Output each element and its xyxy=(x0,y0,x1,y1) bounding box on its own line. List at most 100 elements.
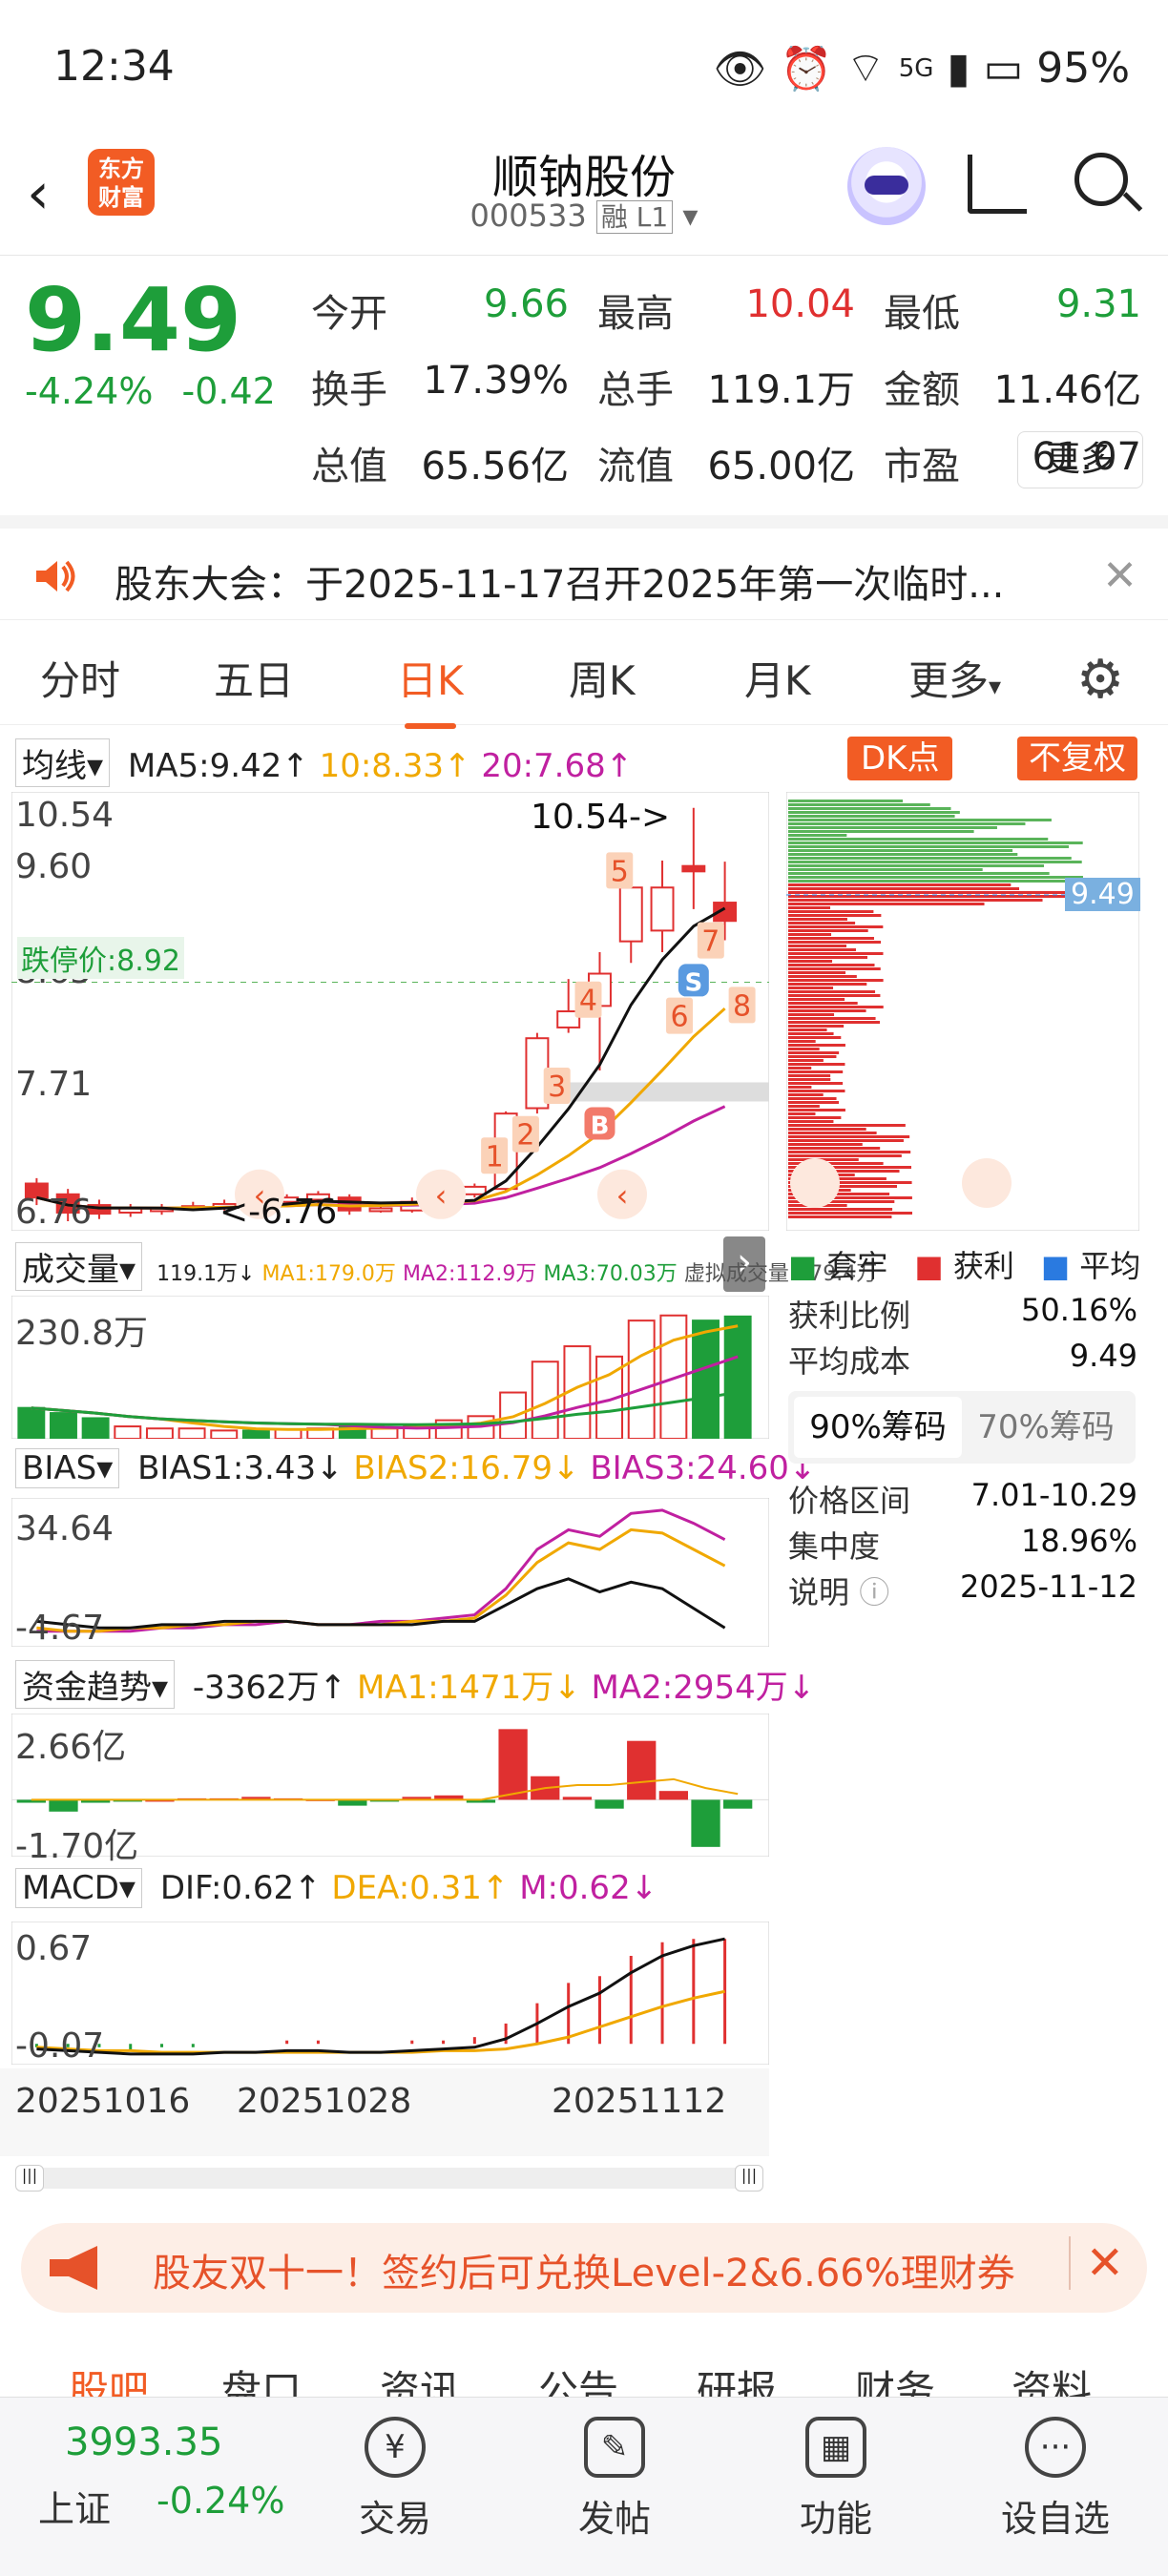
quote-label-7: 流值 xyxy=(597,445,674,488)
grid-icon: ▦ xyxy=(805,2417,866,2478)
gear-icon[interactable]: ⚙ xyxy=(1076,649,1124,711)
macd-frame xyxy=(11,1922,769,2065)
chip-bar xyxy=(788,1154,902,1157)
more-quote-button[interactable]: 更多 xyxy=(1017,431,1143,488)
chip-price-range-label: 价格区间 xyxy=(788,1483,911,1519)
volume-select[interactable]: 成交量▾ xyxy=(15,1242,143,1291)
subtab-pankou[interactable]: 盘口 xyxy=(221,2358,302,2397)
price-axis-low: 6.76 xyxy=(15,1193,93,1232)
tab-fenshi[interactable]: 分时 xyxy=(40,649,120,707)
subtab-guba[interactable]: 股吧 xyxy=(69,2358,149,2397)
chip-bar xyxy=(788,815,955,818)
index-name[interactable]: 上证 xyxy=(38,2480,111,2532)
tab-wuri[interactable]: 五日 xyxy=(214,649,294,707)
subtab-zixun[interactable]: 资讯 xyxy=(380,2358,460,2397)
tab-chip-70[interactable]: 70%筹码 xyxy=(962,1397,1130,1458)
bias-select[interactable]: BIAS▾ xyxy=(15,1448,120,1488)
subtab-gonggao[interactable]: 公告 xyxy=(538,2358,618,2397)
volume-bar xyxy=(145,1427,174,1439)
chip-note-text: 说明 xyxy=(788,1574,850,1610)
nav-watchlist[interactable]: ··· 设自选 xyxy=(989,2417,1122,2542)
speaker-icon xyxy=(36,560,75,592)
search-icon[interactable] xyxy=(1074,153,1128,206)
quote-label-1: 最高 xyxy=(597,292,674,336)
bias2-value: BIAS2:16.79↓ xyxy=(353,1449,580,1487)
assistant-robot-icon[interactable] xyxy=(847,147,926,225)
price-axis-high: 10.54 xyxy=(15,796,115,835)
macd-m: M:0.62↓ xyxy=(519,1869,658,1907)
chip-bar xyxy=(788,975,857,978)
current-price: 9.49 xyxy=(25,269,241,371)
chip-bar xyxy=(788,1070,844,1073)
alarm-icon: ⏰ xyxy=(780,44,833,93)
scroll-handle-left[interactable]: ||| xyxy=(15,2165,44,2192)
nav-trade[interactable]: ¥ 交易 xyxy=(328,2417,462,2542)
nav-post[interactable]: ✎ 发帖 xyxy=(548,2417,681,2542)
tab-more[interactable]: 更多▾ xyxy=(908,649,1001,707)
scroll-handle-right[interactable]: ||| xyxy=(735,2165,763,2192)
volume-bar xyxy=(177,1427,206,1439)
limit-down-label: 跌停价:8.92 xyxy=(17,937,184,979)
volume-ma1: MA1:179.0万 xyxy=(261,1262,396,1286)
chip-bar xyxy=(788,1215,892,1218)
tab-zhouk[interactable]: 周K xyxy=(569,649,636,707)
chip-bar xyxy=(788,979,884,982)
tab-chip-90[interactable]: 90%筹码 xyxy=(794,1397,962,1458)
volume-bar xyxy=(241,1429,270,1439)
eye-icon: 👁 xyxy=(713,44,767,93)
ma-indicator-row: 均线▾ MA5:9.42↑ 10:8.33↑ 20:7.68↑ xyxy=(15,738,633,787)
chip-bar xyxy=(788,948,856,951)
chip-legend: ■ 套牢 ■ 获利 ■ 平均 xyxy=(788,1242,1140,1286)
chip-bar xyxy=(788,1036,842,1039)
fund-bar xyxy=(627,1740,657,1800)
chip-distribution-chart xyxy=(786,792,1139,1231)
chip-bar xyxy=(788,899,1043,902)
chip-bar xyxy=(788,861,1082,863)
volume-bar xyxy=(81,1417,110,1439)
nav-circle xyxy=(790,1158,840,1208)
chip-bar xyxy=(788,845,1070,848)
chip-bar xyxy=(788,987,834,989)
kline-chart[interactable]: 12345678BS‹ ‹ ‹ xyxy=(11,792,769,1231)
index-change[interactable]: -0.24% xyxy=(156,2480,284,2522)
subtab-yanbao[interactable]: 研报 xyxy=(697,2358,777,2397)
ma-select-label: 均线 xyxy=(22,747,87,785)
bias-axis-bottom: -4.67 xyxy=(15,1609,105,1648)
legend-profit-label: 获利 xyxy=(952,1248,1014,1284)
volume-bar xyxy=(210,1429,239,1439)
no-adjust-button[interactable]: 不复权 xyxy=(1017,737,1137,780)
battery-icon: ▭ xyxy=(983,44,1024,93)
bias-chart[interactable] xyxy=(11,1498,769,1647)
ma10-value: 10:8.33↑ xyxy=(319,747,471,785)
notice-bar[interactable]: 股东大会：于2025-11-17召开2025年第一次临时... ✕ xyxy=(0,515,1168,620)
chip-bar xyxy=(788,964,875,966)
close-icon[interactable]: ✕ xyxy=(1068,2236,1124,2290)
ma-select[interactable]: 均线▾ xyxy=(15,738,111,787)
chip-bar xyxy=(788,1139,904,1142)
chip-profit-ratio-label: 获利比例 xyxy=(788,1298,911,1334)
close-icon[interactable]: ✕ xyxy=(1102,551,1137,600)
nav-function[interactable]: ▦ 功能 xyxy=(769,2417,903,2542)
fund-select[interactable]: 资金趋势▾ xyxy=(15,1660,176,1709)
chip-bar xyxy=(788,914,882,917)
index-value[interactable]: 3993.35 xyxy=(65,2420,222,2464)
fund-bar xyxy=(723,1799,753,1809)
chip-bar xyxy=(788,1044,845,1047)
chart-scrollbar[interactable]: ||| ||| xyxy=(15,2165,763,2192)
chip-bar xyxy=(788,803,930,806)
macd-chart[interactable] xyxy=(11,1922,769,2065)
subtab-caiwu[interactable]: 财务 xyxy=(855,2358,935,2397)
status-bar: 12:34 👁 ⏰ ⌔ 5G ▮ ▭ 95% xyxy=(0,0,1168,134)
macd-select[interactable]: MACD▾ xyxy=(15,1868,142,1908)
promo-banner[interactable]: 股友双十一！签约后可兑换Level-2&6.66%理财券 ✕ xyxy=(21,2223,1147,2313)
subtab-ziliao[interactable]: 资料 xyxy=(1012,2358,1092,2397)
tab-rik[interactable]: 日K xyxy=(397,649,464,729)
info-icon[interactable]: ⓘ xyxy=(859,1574,889,1610)
tab-yuek[interactable]: 月K xyxy=(744,649,811,707)
share-icon[interactable] xyxy=(968,155,1027,214)
chip-bar xyxy=(788,891,1073,894)
dk-point-button[interactable]: DK点 xyxy=(847,737,953,780)
chip-bar xyxy=(788,1082,844,1085)
change-pct: -4.24% xyxy=(25,370,154,412)
bottom-nav: 3993.35 上证 -0.24% ¥ 交易 ✎ 发帖 ▦ 功能 ··· 设自选 xyxy=(0,2397,1168,2576)
